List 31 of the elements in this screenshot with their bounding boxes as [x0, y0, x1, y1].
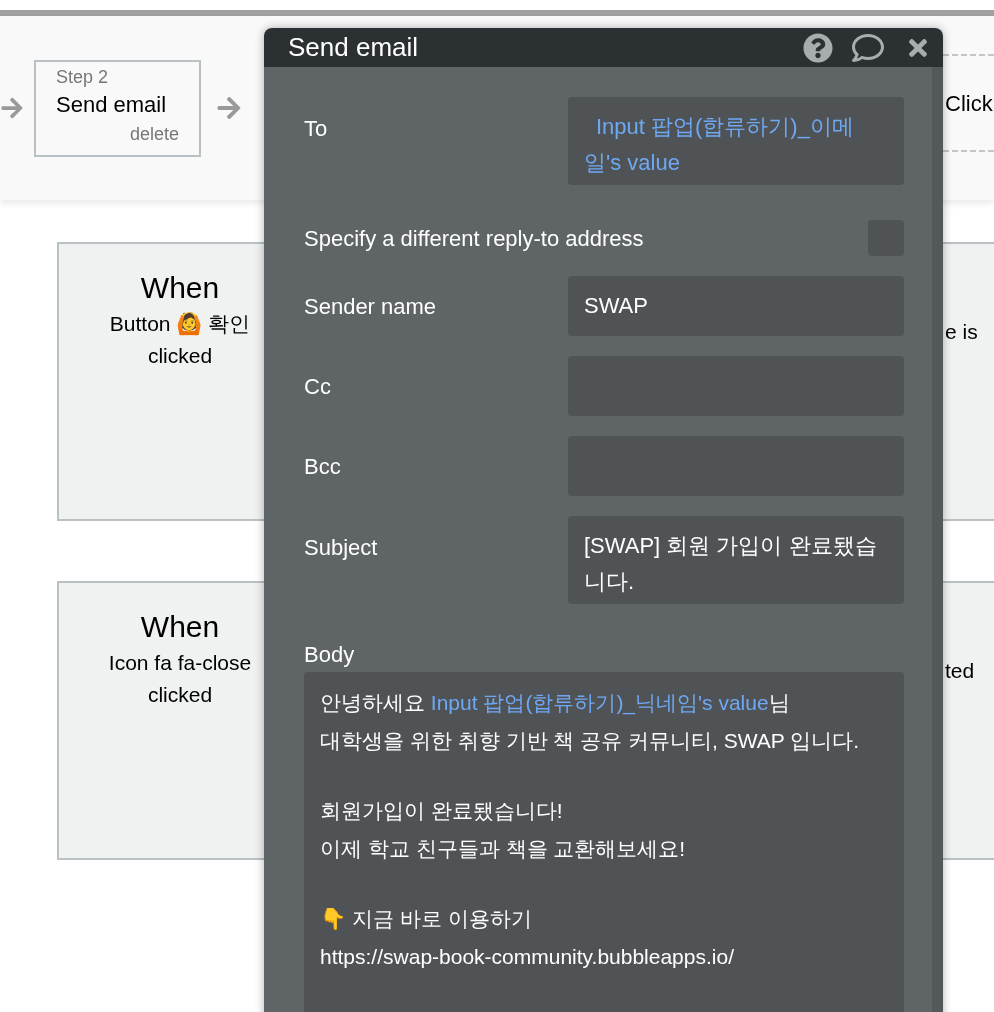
- event-title: When: [140, 609, 220, 645]
- event-title: When: [140, 270, 220, 306]
- event-card[interactable]: e is: [943, 242, 994, 521]
- arrow-icon: [0, 96, 24, 120]
- dialog-title: Send email: [288, 31, 420, 64]
- field-label: Cc: [304, 372, 332, 401]
- event-description: clicked: [147, 343, 213, 369]
- delete-link[interactable]: delete: [129, 120, 179, 147]
- body-line: 👇 지금 바로 이용하기: [320, 906, 533, 932]
- field-label: Body: [304, 641, 356, 669]
- event-description: clicked: [147, 682, 213, 708]
- field-label: Subject: [304, 534, 379, 562]
- step-action: Send email: [56, 90, 168, 119]
- body-field[interactable]: 안녕하세요 Input 팝업(합류하기)_닉네임's value님 대학생을 위한 취향 기반 책 공유 커뮤니티, SWAP 입니다. 회원가입이 완료됐습니다! 이제 학교 친구들과 책을 교환해보세요! 👇 지금 바로 이용하기 https://swap-book-community.bubbleapps.io/: [304, 672, 904, 1012]
- input-field[interactable]: SWAP: [568, 276, 904, 336]
- event-description: ted: [945, 658, 976, 684]
- next-step-label: Click: [945, 89, 993, 118]
- arrow-icon: [216, 95, 242, 121]
- event-card[interactable]: ted: [943, 581, 994, 860]
- field-label: Bcc: [304, 452, 342, 481]
- step-card[interactable]: Step 2 Send email delete: [34, 59, 201, 157]
- step-number: Step 2: [56, 65, 110, 89]
- event-description: e is: [945, 319, 979, 345]
- event-description: Icon fa fa-close: [108, 650, 252, 676]
- field-label: To: [304, 115, 329, 143]
- event-description: Button 🙆 확인: [109, 311, 251, 338]
- scrollbar[interactable]: [932, 67, 943, 1012]
- comment-icon[interactable]: [850, 31, 886, 64]
- help-icon[interactable]: [803, 32, 833, 63]
- body-line: https://swap-book-community.bubbleapps.io/: [320, 944, 735, 970]
- input-field[interactable]: [SWAP] 회원 가입이 완료됐습니다.: [568, 516, 904, 604]
